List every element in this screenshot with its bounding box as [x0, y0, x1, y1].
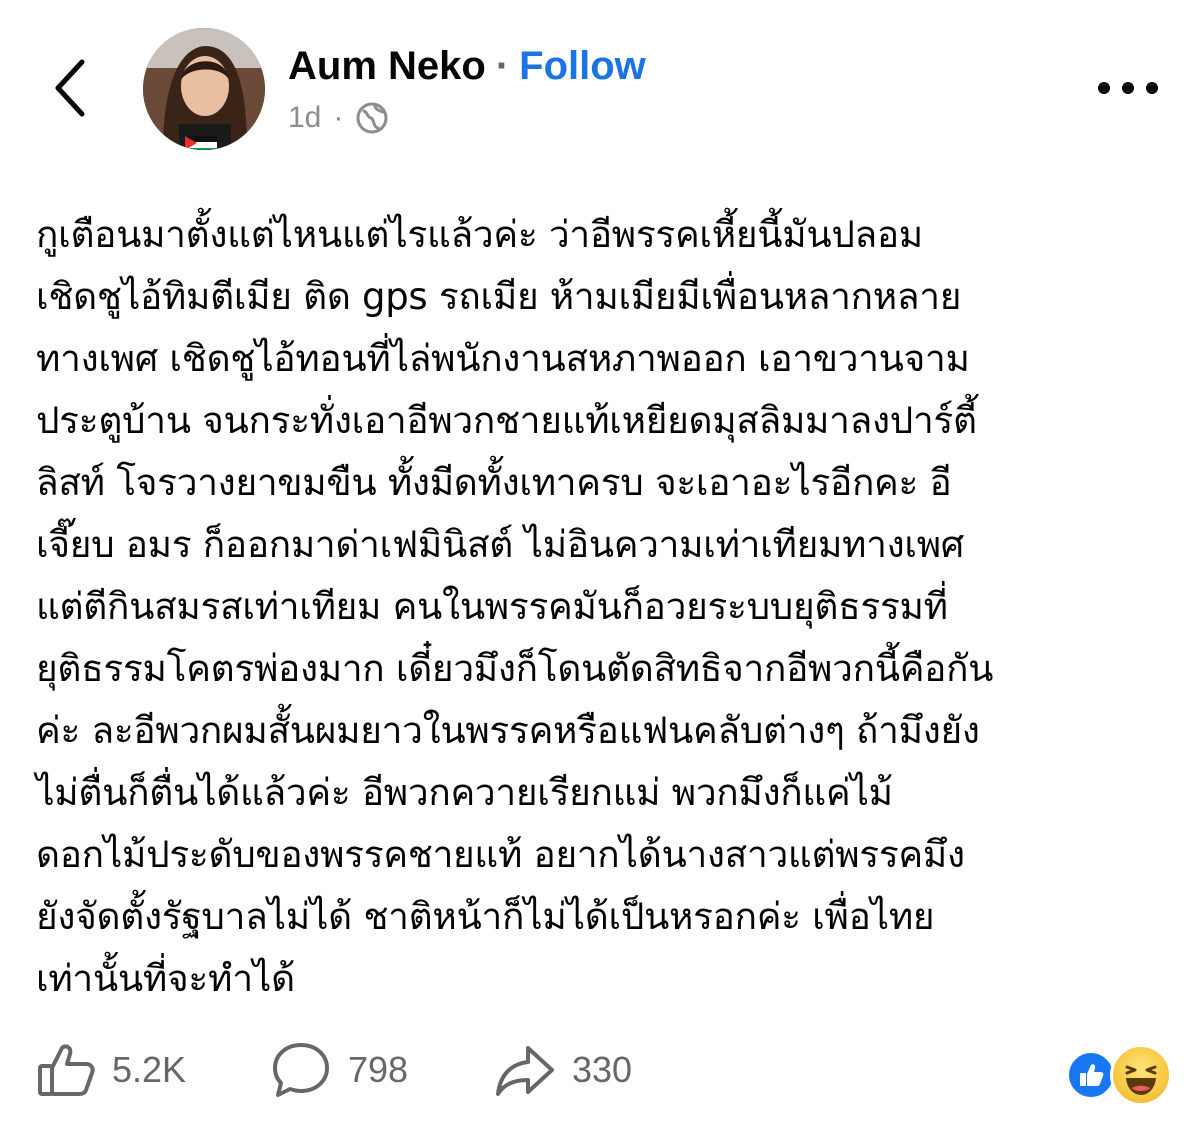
avatar-image	[143, 28, 265, 150]
flag-icon	[185, 136, 217, 150]
comment-button[interactable]: 798	[270, 1038, 408, 1102]
like-button[interactable]: 5.2K	[36, 1038, 186, 1102]
share-button[interactable]: 330	[494, 1038, 632, 1102]
post-text-line: ประตูบ้าน จนกระทั่งเอาอีพวกชายแท้เหยียดม…	[36, 399, 977, 442]
post-text-line: แต่ตีกินสมรสเท่าเทียม คนในพรรคมันก็อวยระ…	[36, 585, 948, 628]
avatar[interactable]	[143, 28, 265, 150]
globe-icon	[356, 102, 388, 134]
thumbs-up-icon	[38, 1044, 95, 1096]
author-name[interactable]: Aum Neko	[288, 44, 486, 89]
more-options-button[interactable]	[1092, 72, 1164, 104]
comment-bubble-icon	[273, 1043, 329, 1097]
haha-reaction-icon	[1110, 1044, 1172, 1106]
post-text-line: เท่านั้นที่จะทำได้	[36, 957, 295, 1000]
reactions-summary[interactable]	[1066, 1044, 1178, 1106]
comment-count: 798	[348, 1049, 409, 1090]
like-count: 5.2K	[112, 1049, 187, 1090]
back-button[interactable]	[40, 52, 100, 124]
post-text-line: ดอกไม้ประดับของพรรคชายแท้ อยากได้นางสาวแ…	[36, 833, 965, 876]
separator-dot: ·	[495, 43, 510, 88]
post-text-line: ทางเพศ เชิดชูไอ้ทอนที่ไล่พนักงานสหภาพออก…	[36, 337, 970, 380]
post-meta: 1d ·	[288, 96, 389, 140]
like-reaction-icon	[1066, 1050, 1116, 1100]
share-count: 330	[572, 1049, 633, 1090]
post-text-line: เจี๊ยบ อมร ก็ออกมาด่าเฟมินิสต์ ไม่อินควา…	[36, 523, 964, 566]
post-text-line: ค่ะ ละอีพวกผมสั้นผมยาวในพรรคหรือแฟนคลับต…	[36, 709, 980, 752]
more-dots-icon	[1098, 82, 1158, 94]
post-text: กูเตือนมาตั้งแต่ไหนแต่ไรแล้วค่ะ ว่าอีพรร…	[36, 204, 1176, 1010]
meta-separator: ·	[333, 101, 344, 134]
post-header: Aum Neko · Follow 1d ·	[0, 0, 1200, 160]
post-text-line: กูเตือนมาตั้งแต่ไหนแต่ไรแล้วค่ะ ว่าอีพรร…	[36, 213, 923, 256]
post-text-line: ยังจัดตั้งรัฐบาลไม่ได้ ชาติหน้าก็ไม่ได้เ…	[36, 895, 935, 938]
author-line: Aum Neko · Follow	[288, 38, 646, 94]
post-text-line: ยุติธรรมโคตรพ่องมาก เดี๋ยวมึงก็โดนตัดสิท…	[36, 647, 994, 690]
follow-button[interactable]: Follow	[519, 44, 646, 89]
share-arrow-icon	[496, 1046, 554, 1096]
post-actions: 5.2K 798 330	[0, 1030, 1200, 1110]
timestamp[interactable]: 1d	[288, 101, 321, 135]
post-text-line: เชิดชูไอ้ทิมตีเมีย ติด gps รถเมีย ห้ามเม…	[36, 275, 962, 318]
chevron-left-icon	[55, 59, 85, 117]
post-text-line: ลิสท์ โจรวางยาขมขืน ทั้งมีดทั้งเทาครบ จะ…	[36, 461, 952, 504]
post-text-line: ไม่ตื่นก็ตื่นได้แล้วค่ะ อีพวกควายเรียกแม…	[36, 771, 893, 814]
